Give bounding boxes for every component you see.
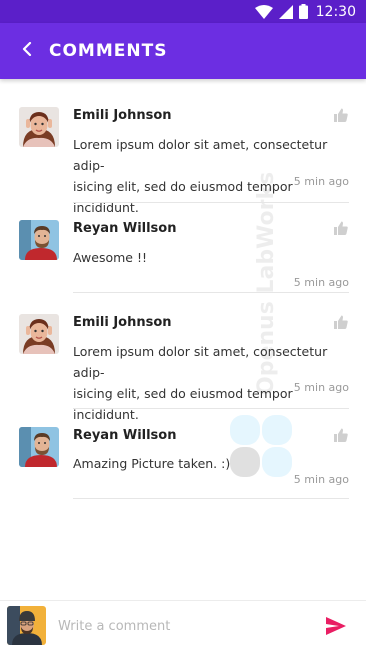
comment-item: Reyan Willson Amazing Picture taken. :) … <box>0 427 366 517</box>
comment-divider <box>73 498 349 499</box>
back-button[interactable] <box>17 41 37 61</box>
cell-signal-icon <box>278 4 293 19</box>
comment-author: Reyan Willson <box>73 221 177 236</box>
comment-item: Emili Johnson Lorem ipsum dolor sit amet… <box>0 107 366 217</box>
comment-text-line: Lorem ipsum dolor sit amet, consectetur … <box>73 344 328 380</box>
comment-timestamp: 5 min ago <box>293 175 349 188</box>
comment-timestamp: 5 min ago <box>293 276 349 289</box>
current-user-avatar[interactable] <box>7 606 46 645</box>
comment-item: Reyan Willson Awesome !! 5 min ago <box>0 220 366 310</box>
comment-timestamp: 5 min ago <box>293 473 349 486</box>
comment-divider <box>73 408 349 409</box>
comment-author: Emili Johnson <box>73 315 172 330</box>
comment-divider <box>73 202 349 203</box>
comment-input[interactable] <box>58 613 308 639</box>
wifi-icon <box>254 4 273 19</box>
comment-text-line: Amazing Picture taken. :) <box>73 456 231 471</box>
thumbs-up-icon[interactable] <box>334 428 348 442</box>
send-icon <box>326 617 346 639</box>
comment-author: Emili Johnson <box>73 108 172 123</box>
comment-timestamp: 5 min ago <box>293 381 349 394</box>
comment-divider <box>73 292 349 293</box>
send-button[interactable] <box>326 617 346 635</box>
app-bar: COMMENTS <box>0 23 366 79</box>
status-time: 12:30 <box>315 3 356 20</box>
avatar[interactable] <box>19 427 59 467</box>
comment-item: Emili Johnson Lorem ipsum dolor sit amet… <box>0 314 366 424</box>
comment-author: Reyan Willson <box>73 428 177 443</box>
avatar[interactable] <box>19 314 59 354</box>
thumbs-up-icon[interactable] <box>334 315 348 329</box>
battery-icon <box>298 4 308 19</box>
status-bar: 12:30 <box>0 0 366 23</box>
comment-text: Amazing Picture taken. :) <box>73 453 353 474</box>
page-title: COMMENTS <box>49 41 168 61</box>
avatar[interactable] <box>19 107 59 147</box>
avatar[interactable] <box>19 220 59 260</box>
comment-text: Awesome !! <box>73 247 353 268</box>
chevron-left-icon <box>22 41 32 61</box>
thumbs-up-icon[interactable] <box>334 108 348 122</box>
comment-composer <box>0 600 366 650</box>
comment-text-line: Lorem ipsum dolor sit amet, consectetur … <box>73 137 328 173</box>
comment-text-line: Awesome !! <box>73 250 147 265</box>
thumbs-up-icon[interactable] <box>334 221 348 235</box>
